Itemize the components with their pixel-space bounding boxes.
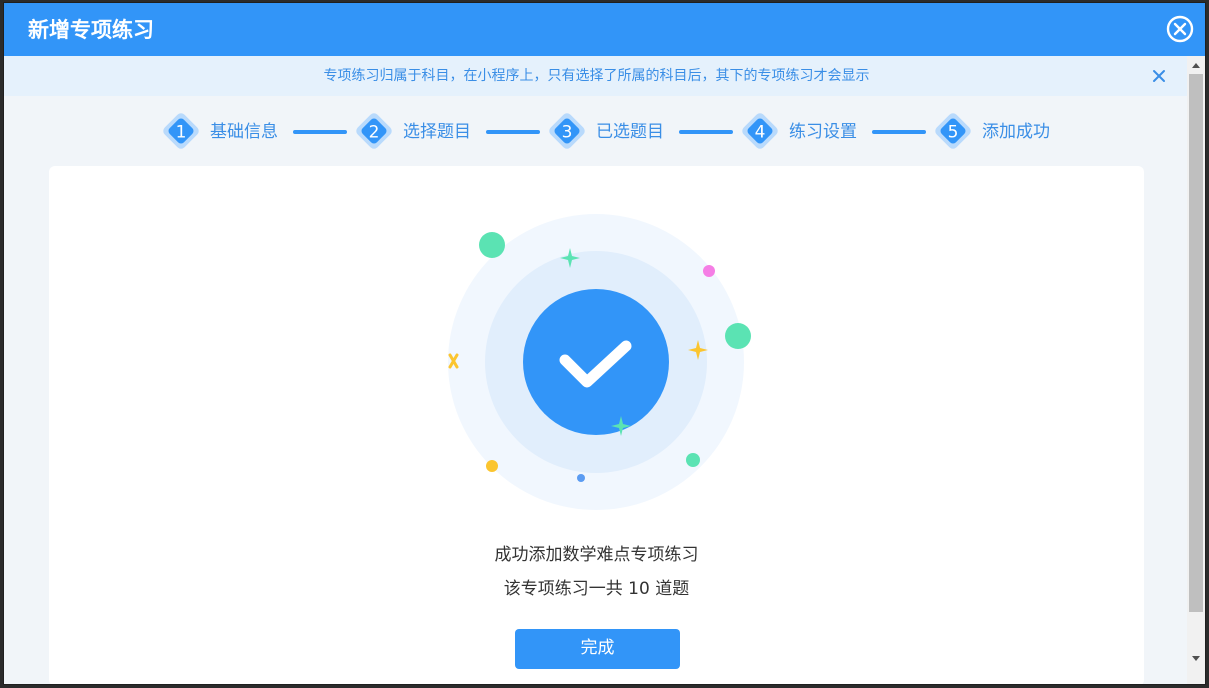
scrollbar-thumb[interactable] bbox=[1189, 74, 1203, 612]
dialog: 新增专项练习 专项练习归属于科目，在小程序上，只有选择了所属的科目后，其下的专项… bbox=[3, 2, 1206, 685]
dialog-header: 新增专项练习 bbox=[4, 3, 1205, 56]
done-button[interactable]: 完成 bbox=[515, 629, 680, 669]
step-number-badge: 3 bbox=[545, 109, 589, 153]
step-number-badge: 5 bbox=[931, 109, 975, 153]
step-number-badge: 2 bbox=[352, 109, 396, 153]
vertical-scrollbar[interactable] bbox=[1187, 56, 1205, 684]
success-message: 成功添加数学难点专项练习 bbox=[494, 545, 699, 565]
close-circle-icon[interactable] bbox=[1165, 14, 1195, 44]
step-label: 练习设置 bbox=[789, 122, 857, 142]
step-connector bbox=[872, 130, 926, 134]
content-card: 成功添加数学难点专项练习 该专项练习一共 10 道题 完成 bbox=[49, 166, 1144, 684]
svg-text:2: 2 bbox=[369, 123, 380, 143]
step-label: 基础信息 bbox=[210, 122, 278, 142]
close-icon[interactable] bbox=[1149, 66, 1169, 86]
step-number-badge: 4 bbox=[738, 109, 782, 153]
step-number-badge: 1 bbox=[159, 109, 203, 153]
step-connector bbox=[486, 130, 540, 134]
scroll-down-arrow-icon[interactable] bbox=[1187, 650, 1205, 666]
svg-text:3: 3 bbox=[562, 123, 573, 143]
scroll-up-arrow-icon[interactable] bbox=[1187, 58, 1205, 74]
question-count-message: 该专项练习一共 10 道题 bbox=[503, 579, 690, 599]
step-connector bbox=[679, 130, 733, 134]
step-label: 选择题目 bbox=[403, 122, 471, 142]
step-indicator: 1 基础信息 2 选择题目 3 已选题目 4 练习设置 5 添加成功 bbox=[159, 107, 1079, 157]
step-label: 添加成功 bbox=[982, 122, 1050, 142]
step-connector bbox=[293, 130, 347, 134]
svg-text:5: 5 bbox=[948, 123, 959, 143]
svg-text:4: 4 bbox=[755, 123, 766, 143]
dialog-title: 新增专项练习 bbox=[28, 18, 154, 42]
notice-bar: 专项练习归属于科目，在小程序上，只有选择了所属的科目后，其下的专项练习才会显示 bbox=[4, 56, 1189, 96]
step-label: 已选题目 bbox=[596, 122, 664, 142]
svg-text:1: 1 bbox=[176, 123, 187, 143]
notice-text: 专项练习归属于科目，在小程序上，只有选择了所属的科目后，其下的专项练习才会显示 bbox=[323, 68, 870, 84]
success-illustration bbox=[444, 214, 754, 524]
